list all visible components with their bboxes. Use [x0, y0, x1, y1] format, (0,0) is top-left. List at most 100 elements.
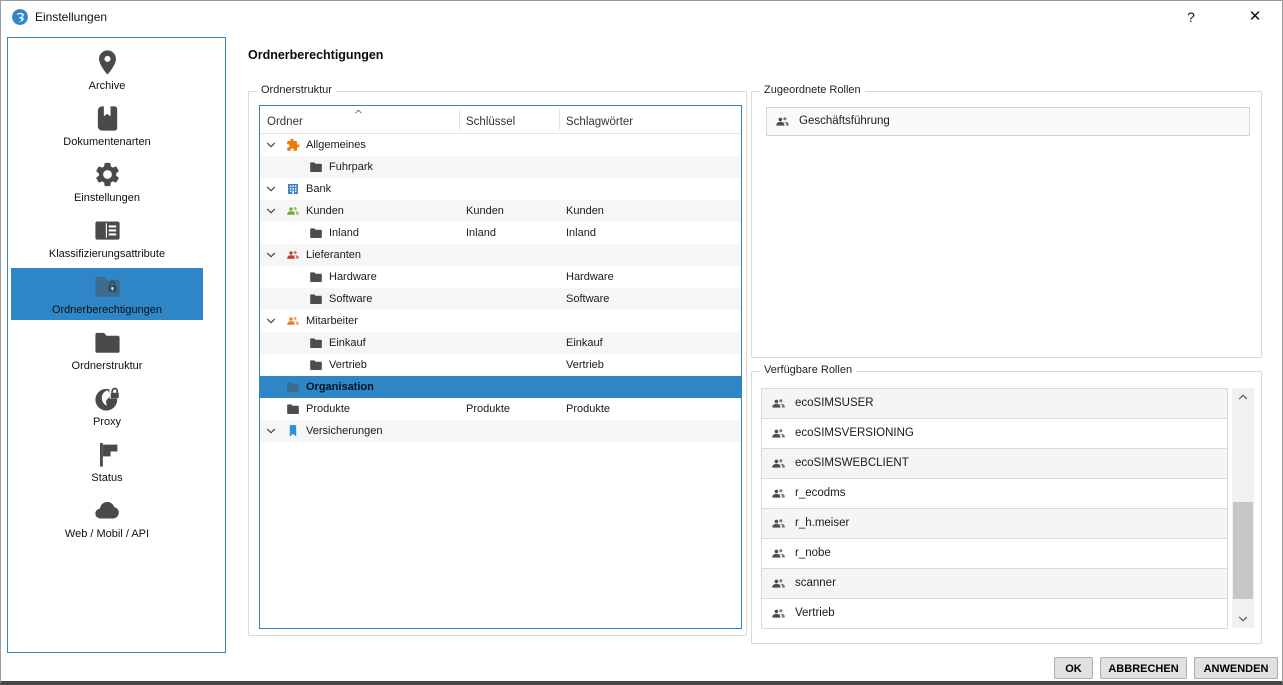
available-role-r-ecodms[interactable]: r_ecodms — [761, 478, 1228, 509]
available-roles-list: ecoSIMSUSERecoSIMSVERSIONINGecoSIMSWEBCL… — [761, 388, 1228, 629]
tree-row-allgemeines[interactable]: Allgemeines — [260, 134, 741, 156]
column-header-schlagwoerter[interactable]: Schlagwörter — [566, 116, 633, 128]
assigned-roles-group-label: Zugeordnete Rollen — [760, 84, 865, 96]
app-logo-icon — [11, 8, 29, 26]
available-role-vertrieb[interactable]: Vertrieb — [761, 598, 1228, 629]
scrollbar-thumb[interactable] — [1233, 502, 1253, 599]
tree-row-organisation[interactable]: Organisation — [260, 376, 741, 398]
tree-row-hardware[interactable]: HardwareHardware — [260, 266, 741, 288]
expander-chevron-down-icon[interactable] — [265, 425, 277, 437]
folder-icon — [309, 160, 323, 174]
book-icon — [93, 104, 122, 133]
tree-row-inland[interactable]: InlandInlandInland — [260, 222, 741, 244]
people-icon — [286, 314, 300, 328]
column-separator[interactable] — [559, 109, 560, 130]
tree-row-bank[interactable]: Bank — [260, 178, 741, 200]
scroll-down-icon[interactable] — [1237, 613, 1249, 625]
sort-ascending-icon — [353, 107, 364, 116]
assigned-role-gesch-ftsf-hrung[interactable]: Geschäftsführung — [766, 107, 1250, 136]
available-role-r-nobe[interactable]: r_nobe — [761, 538, 1228, 569]
sidebar-item-web-mobil-api[interactable]: Web / Mobil / API — [11, 492, 203, 544]
tree-row-produkte[interactable]: ProdukteProdukteProdukte — [260, 398, 741, 420]
tree-item-label: Allgemeines — [306, 134, 366, 156]
tree-item-label: Organisation — [306, 376, 374, 398]
role-label: Geschäftsführung — [799, 108, 890, 135]
sidebar-item-ordnerberechtigungen[interactable]: Ordnerberechtigungen — [11, 268, 203, 320]
sidebar-item-dokumentenarten[interactable]: Dokumentenarten — [11, 100, 203, 152]
sidebar-item-status[interactable]: Status — [11, 436, 203, 488]
role-label: Vertrieb — [795, 599, 835, 628]
tree-item-label: Einkauf — [329, 332, 366, 354]
cell-schluessel: Produkte — [466, 398, 510, 420]
sidebar-item-einstellungen[interactable]: Einstellungen — [11, 156, 203, 208]
tree-row-vertrieb[interactable]: Vertrieb Vertrieb — [260, 354, 741, 376]
tree-header: Ordner Schlüssel Schlagwörter — [260, 106, 741, 134]
sidebar-item-label: Archive — [11, 80, 203, 93]
sidebar: Archive Dokumentenarten Einstellungen Klass… — [7, 37, 226, 653]
tree-item-label: Versicherungen — [306, 420, 382, 442]
people-icon — [775, 114, 790, 129]
tree-row-fuhrpark[interactable]: Fuhrpark — [260, 156, 741, 178]
sidebar-item-klassifizierungsattribute[interactable]: Klassifizierungsattribute — [11, 212, 203, 264]
role-label: scanner — [795, 569, 836, 598]
cell-schluessel: Inland — [466, 222, 496, 244]
folder-structure-group-label: Ordnerstruktur — [257, 84, 336, 96]
people-icon — [771, 576, 786, 591]
sidebar-item-label: Status — [11, 472, 203, 485]
folder-icon — [286, 402, 300, 416]
tree-item-label: Produkte — [306, 398, 350, 420]
close-button[interactable]: ✕ — [1244, 6, 1266, 28]
available-roles-groupbox: Verfügbare Rollen ecoSIMSUSERecoSIMSVERS… — [751, 371, 1262, 644]
folder-tree: Ordner Schlüssel Schlagwörter Allgemeine… — [259, 105, 742, 629]
scrollbar[interactable] — [1232, 388, 1254, 628]
tree-row-kunden[interactable]: KundenKundenKunden — [260, 200, 741, 222]
cell-schlagwoerter: Kunden — [566, 200, 604, 222]
people-icon — [286, 248, 300, 262]
tree-row-einkauf[interactable]: EinkaufEinkauf — [260, 332, 741, 354]
card-icon — [93, 216, 122, 245]
sidebar-item-archive[interactable]: Archive — [11, 44, 203, 96]
sidebar-icon-wrap — [11, 380, 203, 416]
cell-schlagwoerter: Hardware — [566, 266, 614, 288]
role-label: ecoSIMSUSER — [795, 389, 874, 418]
folder-icon — [309, 358, 323, 372]
expander-chevron-down-icon[interactable] — [265, 205, 277, 217]
expander-chevron-down-icon[interactable] — [265, 139, 277, 151]
scroll-up-icon[interactable] — [1237, 391, 1249, 403]
available-role-scanner[interactable]: scanner — [761, 568, 1228, 599]
people-icon — [771, 516, 786, 531]
sidebar-item-label: Einstellungen — [11, 192, 203, 205]
settings-window: Einstellungen ? ✕ Archive Dokumentenarten… — [0, 0, 1283, 685]
available-role-ecosimswebclient[interactable]: ecoSIMSWEBCLIENT — [761, 448, 1228, 479]
apply-button[interactable]: ANWENDEN — [1194, 657, 1278, 679]
tree-item-label: Vertrieb — [329, 354, 367, 376]
tree-row-versicherungen[interactable]: Versicherungen — [260, 420, 741, 442]
expander-chevron-down-icon[interactable] — [265, 183, 277, 195]
column-header-ordner[interactable]: Ordner — [267, 116, 303, 128]
sidebar-item-label: Web / Mobil / API — [11, 528, 203, 541]
cell-schlagwoerter: Vertrieb — [566, 354, 604, 376]
available-role-r-h-meiser[interactable]: r_h.meiser — [761, 508, 1228, 539]
tree-item-label: Mitarbeiter — [306, 310, 358, 332]
tree-row-mitarbeiter[interactable]: Mitarbeiter — [260, 310, 741, 332]
available-role-ecosimsuser[interactable]: ecoSIMSUSER — [761, 388, 1228, 419]
ok-button[interactable]: OK — [1054, 657, 1093, 679]
help-button[interactable]: ? — [1180, 6, 1202, 28]
tree-row-software[interactable]: SoftwareSoftware — [260, 288, 741, 310]
expander-chevron-down-icon[interactable] — [265, 249, 277, 261]
sidebar-item-label: Proxy — [11, 416, 203, 429]
folder-icon — [309, 336, 323, 350]
available-roles-group-label: Verfügbare Rollen — [760, 364, 856, 376]
available-role-ecosimsversioning[interactable]: ecoSIMSVERSIONING — [761, 418, 1228, 449]
sidebar-item-proxy[interactable]: Proxy — [11, 380, 203, 432]
tree-item-label: Bank — [306, 178, 331, 200]
tree-row-lieferanten[interactable]: Lieferanten — [260, 244, 741, 266]
folder-icon — [309, 270, 323, 284]
expander-chevron-down-icon[interactable] — [265, 315, 277, 327]
sidebar-icon-wrap — [11, 100, 203, 136]
sidebar-item-ordnerstruktur[interactable]: Ordnerstruktur — [11, 324, 203, 376]
cancel-button[interactable]: ABBRECHEN — [1100, 657, 1187, 679]
column-separator[interactable] — [459, 109, 460, 130]
folder-lock-icon — [93, 272, 122, 301]
column-header-schluessel[interactable]: Schlüssel — [466, 116, 515, 128]
